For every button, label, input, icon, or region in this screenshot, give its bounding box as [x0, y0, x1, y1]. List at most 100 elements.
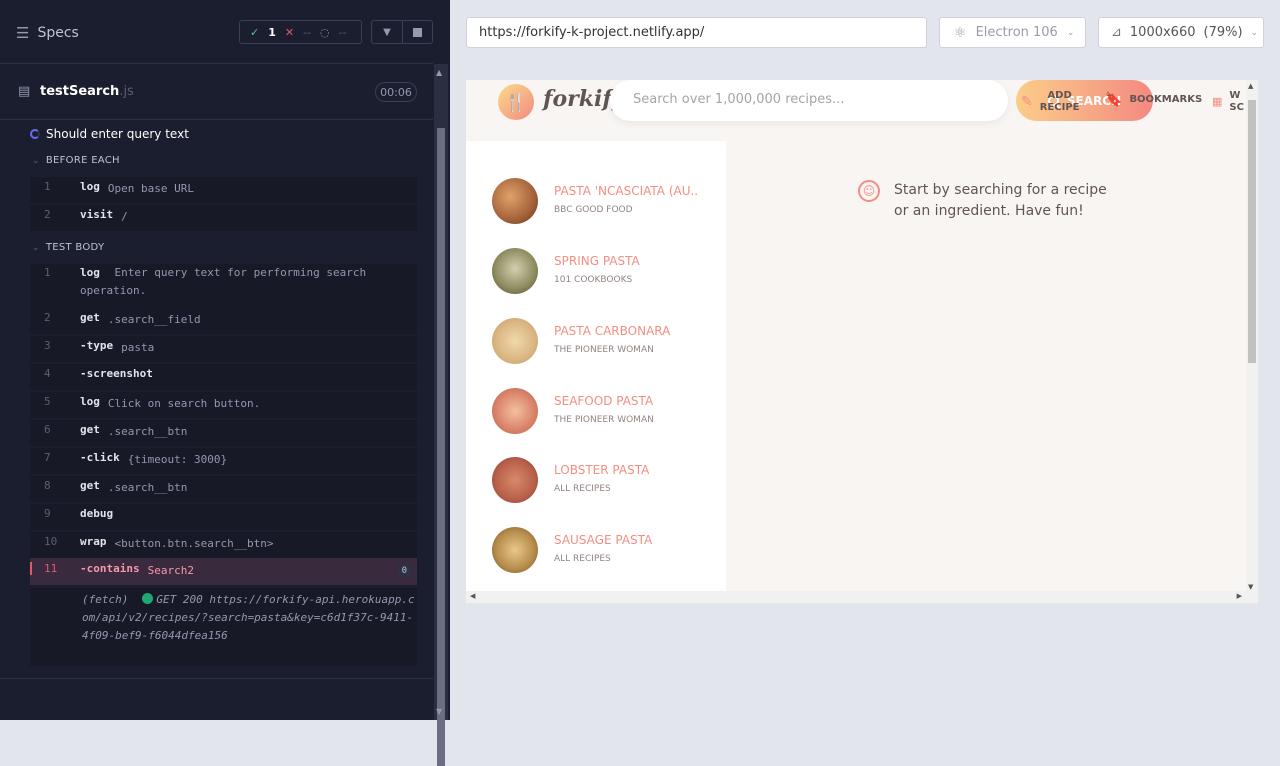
- command-row[interactable]: 2 get .search__field: [30, 308, 417, 334]
- scrollbar-thumb[interactable]: [437, 128, 445, 766]
- test-stats: ✓ 1 ✕ -- ◌ --: [239, 20, 362, 44]
- scroll-up-arrow-icon[interactable]: ▲: [436, 68, 442, 77]
- bookmarks-label: BOOKMARKS: [1129, 94, 1203, 105]
- command-number: 2: [44, 311, 51, 324]
- ruler-icon: ⊿: [1111, 25, 1122, 40]
- command-message: {timeout: 3000}: [127, 453, 228, 466]
- url-bar[interactable]: https://forkify-k-project.netlify.app/: [466, 17, 927, 48]
- command-log-panel: ☰ Specs ✓ 1 ✕ -- ◌ -- ▼ ▤ testSearch.js …: [0, 0, 450, 766]
- command-number: 1: [44, 180, 51, 193]
- viewport-zoom: (79%): [1203, 25, 1243, 40]
- command-log-scrollbar[interactable]: ▲ ▼: [434, 64, 448, 766]
- scroll-up-arrow-icon[interactable]: ▲: [1248, 82, 1253, 90]
- search-form: Search over 1,000,000 recipes... SEARCH: [610, 80, 1153, 121]
- fetch-log-entry[interactable]: (fetch) GET 200 https://forkify-api.herok…: [30, 588, 417, 666]
- result-item[interactable]: PASTA CARBONARA THE PIONEER WOMAN: [492, 318, 722, 365]
- app-horizontal-scrollbar[interactable]: ◀ ▶: [466, 591, 1246, 603]
- command-message: Search2: [147, 564, 194, 577]
- command-number: 10: [44, 535, 58, 548]
- reporter-header: ☰ Specs ✓ 1 ✕ -- ◌ -- ▼: [0, 0, 433, 64]
- fetch-label: (fetch): [82, 593, 129, 606]
- result-item[interactable]: LOBSTER PASTA ALL RECIPES: [492, 457, 722, 504]
- nav-item-partial[interactable]: ▦ W SC: [1212, 90, 1244, 114]
- bookmark-icon: 🔖: [1105, 92, 1123, 108]
- file-icon: ▤: [18, 84, 31, 99]
- recipe-publisher: THE PIONEER WOMAN: [554, 345, 654, 355]
- command-number: 3: [44, 339, 51, 352]
- options-dropdown-button[interactable]: ▼: [371, 20, 403, 44]
- command-message: .search__field: [107, 313, 201, 326]
- command-row[interactable]: 5 log Click on search button.: [30, 392, 417, 418]
- command-row[interactable]: 7 -click {timeout: 3000}: [30, 448, 417, 474]
- viewport-size: 1000x660: [1129, 25, 1196, 40]
- specs-link[interactable]: ☰ Specs: [16, 24, 79, 42]
- command-row[interactable]: 1 log Open base URL: [30, 177, 417, 203]
- electron-icon: ⚛: [954, 24, 967, 41]
- add-recipe-button[interactable]: ✎ ADD RECIPE: [1021, 90, 1080, 114]
- result-item[interactable]: SPRING PASTA 101 COOKBOOKS: [492, 248, 722, 295]
- command-message: .search__btn: [107, 481, 188, 494]
- smile-icon: ☺: [858, 180, 880, 202]
- browser-selector[interactable]: ⚛ Electron 106 ⌄: [939, 17, 1086, 48]
- viewport-selector[interactable]: ⊿ 1000x660 (79%) ⌄: [1098, 17, 1264, 48]
- recipe-title: PASTA CARBONARA: [554, 324, 671, 338]
- result-item[interactable]: PASTA 'NCASCIATA (AU... BBC GOOD FOOD: [492, 178, 722, 225]
- search-results: PASTA 'NCASCIATA (AU... BBC GOOD FOOD SP…: [466, 141, 726, 603]
- test-title[interactable]: Should enter query text: [30, 127, 189, 141]
- chevron-down-icon: ⌄: [1250, 27, 1259, 38]
- app-vertical-scrollbar[interactable]: ▲ ▼: [1246, 80, 1258, 591]
- command-row[interactable]: 8 get .search__btn: [30, 476, 417, 502]
- recipe-placeholder-message: ☺ Start by searching for a recipe or an …: [858, 180, 1119, 222]
- command-row[interactable]: 1 log Enter query text for performing se…: [30, 264, 417, 308]
- scroll-left-arrow-icon[interactable]: ◀: [470, 592, 475, 600]
- before-each-hook[interactable]: ⌄ BEFORE EACH: [32, 155, 120, 166]
- nav-item-partial-line2: SC: [1229, 102, 1244, 113]
- command-name: wrap: [80, 535, 107, 548]
- command-number: 2: [44, 208, 51, 221]
- fetch-text: GET 200 https://forkify-api.herokuapp.co…: [82, 593, 415, 642]
- test-title-text: Should enter query text: [46, 127, 189, 141]
- result-item[interactable]: SAUSAGE PASTA ALL RECIPES: [492, 527, 722, 574]
- browser-label: Electron 106: [975, 25, 1058, 40]
- recipe-image: [492, 178, 538, 224]
- calendar-icon: ▦: [1212, 95, 1223, 108]
- recipe-title: SEAFOOD PASTA: [554, 394, 654, 408]
- test-body-section[interactable]: ⌄ TEST BODY: [32, 242, 104, 253]
- scrollbar-corner: [1246, 591, 1258, 603]
- failed-command-row[interactable]: 11 -contains Search2 0: [30, 558, 417, 585]
- scroll-down-arrow-icon[interactable]: ▼: [436, 707, 442, 716]
- element-count-badge: 0: [397, 565, 411, 577]
- scrollbar-thumb[interactable]: [1248, 100, 1256, 363]
- bookmarks-button[interactable]: 🔖 BOOKMARKS: [1105, 92, 1203, 108]
- pending-count: --: [338, 25, 347, 39]
- command-name: -screenshot: [80, 367, 153, 380]
- result-item[interactable]: SEAFOOD PASTA THE PIONEER WOMAN: [492, 388, 722, 435]
- spec-file-name[interactable]: testSearch.js: [40, 84, 134, 99]
- stop-button[interactable]: [403, 20, 433, 44]
- command-name: log: [80, 395, 100, 408]
- recipe-publisher: ALL RECIPES: [554, 554, 611, 564]
- command-number: 11: [30, 562, 80, 575]
- chevron-down-icon: ⌄: [32, 242, 40, 253]
- scroll-down-arrow-icon[interactable]: ▼: [1248, 583, 1253, 591]
- scroll-right-arrow-icon[interactable]: ▶: [1237, 592, 1242, 600]
- command-name: visit: [80, 208, 114, 221]
- command-message: /: [121, 210, 128, 223]
- recipe-title: SAUSAGE PASTA: [554, 533, 653, 547]
- search-input[interactable]: Search over 1,000,000 recipes...: [633, 92, 844, 107]
- command-name: debug: [80, 507, 114, 520]
- command-message: <button.btn.search__btn>: [114, 537, 274, 550]
- command-row[interactable]: 4 -screenshot: [30, 364, 417, 390]
- recipe-publisher: 101 COOKBOOKS: [554, 275, 633, 285]
- chevron-down-icon: ⌄: [32, 155, 40, 166]
- test-body-label: TEST BODY: [45, 242, 105, 253]
- command-message: .search__btn: [107, 425, 188, 438]
- command-name: log: [80, 266, 100, 279]
- command-row[interactable]: 2 visit /: [30, 205, 417, 231]
- before-each-label: BEFORE EACH: [45, 155, 120, 166]
- command-row[interactable]: 6 get .search__btn: [30, 420, 417, 446]
- command-row[interactable]: 9 debug: [30, 504, 417, 530]
- message-text: Start by searching for a recipe or an in…: [894, 182, 1107, 219]
- command-row[interactable]: 10 wrap <button.btn.search__btn>: [30, 532, 417, 558]
- command-row[interactable]: 3 -type pasta: [30, 336, 417, 362]
